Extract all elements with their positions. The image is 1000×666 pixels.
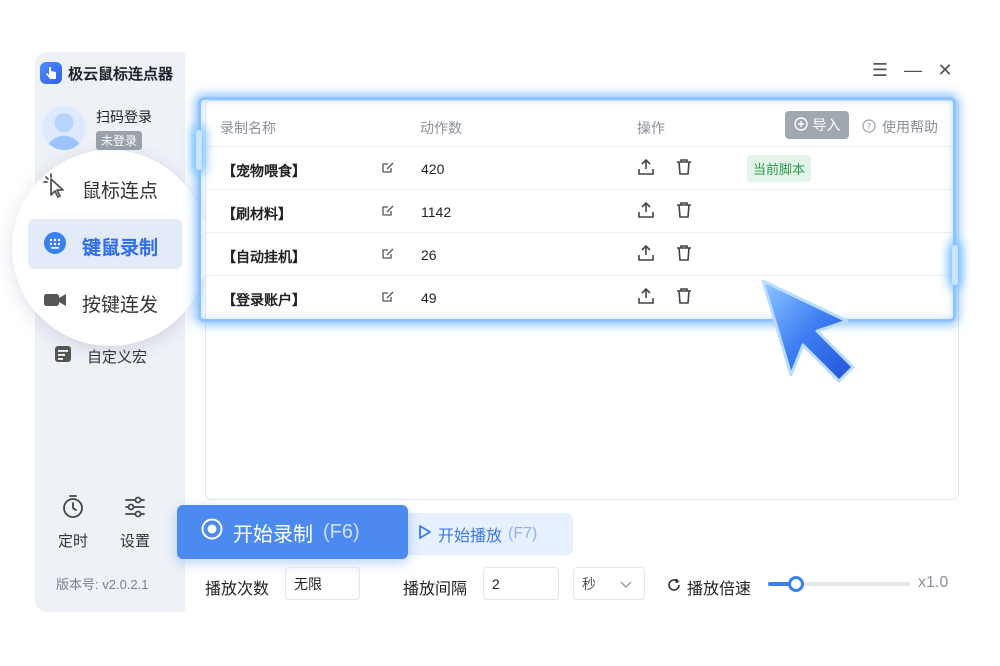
play-label: 开始播放 <box>438 528 503 545</box>
app-title: 极云鼠标连点器 <box>40 62 173 84</box>
keyboard-icon <box>42 230 68 262</box>
pointer-arrow-icon <box>755 275 870 395</box>
sidebar-settings[interactable]: 设置 <box>120 494 150 551</box>
avatar <box>42 106 86 150</box>
start-playback-button[interactable]: 开始播放 (F7) <box>408 513 573 555</box>
sidebar-item-label: 键鼠录制 <box>82 237 159 259</box>
speed-value: x1.0 <box>918 574 949 591</box>
timer-label: 定时 <box>58 533 89 550</box>
record-icon <box>201 518 223 546</box>
play-count-input[interactable]: 无限 <box>285 567 360 600</box>
sidebar-item-label: 按键连发 <box>82 294 159 316</box>
sidebar-item-label: 鼠标连点 <box>82 180 159 202</box>
sidebar-item-mouse-click[interactable]: 鼠标连点 <box>42 173 158 205</box>
app-title-text: 极云鼠标连点器 <box>68 65 174 83</box>
speed-slider-handle[interactable] <box>788 576 804 592</box>
hand-pointer-icon <box>40 62 62 84</box>
sidebar-item-custom-macro[interactable]: 自定义宏 <box>53 344 147 368</box>
settings-label: 设置 <box>120 533 151 550</box>
login-status-badge: 未登录 <box>96 130 143 150</box>
start-recording-button[interactable]: 开始录制 (F6) <box>177 505 408 559</box>
menu-icon[interactable]: ☰ <box>870 60 890 80</box>
close-icon[interactable]: ✕ <box>935 60 955 80</box>
sliders-icon <box>122 494 148 524</box>
play-hotkey: (F7) <box>508 525 538 542</box>
glow-spark <box>952 245 958 285</box>
video-camera-icon <box>42 287 68 319</box>
play-icon <box>418 524 432 545</box>
sidebar-item-key-repeat[interactable]: 按键连发 <box>42 287 158 319</box>
cursor-click-icon <box>42 173 68 205</box>
minimize-icon[interactable]: — <box>903 60 923 80</box>
sidebar-timer[interactable]: 定时 <box>58 494 88 551</box>
version-label: 版本号: v2.0.2.1 <box>56 577 149 592</box>
refresh-icon <box>667 577 681 597</box>
speed-slider[interactable] <box>768 576 910 592</box>
sidebar-item-label: 自定义宏 <box>87 348 148 366</box>
user-login[interactable]: 扫码登录 未登录 <box>42 106 152 150</box>
sidebar-item-record[interactable]: 键鼠录制 <box>42 230 158 262</box>
interval-unit-select[interactable]: 秒 <box>573 567 645 600</box>
login-label[interactable]: 扫码登录 <box>96 107 152 127</box>
speed-label: 播放倍速 <box>687 581 752 598</box>
speed-control-label: 播放倍速 <box>667 575 751 599</box>
record-label: 开始录制 <box>233 523 313 546</box>
macro-icon <box>53 344 73 368</box>
play-count-label: 播放次数 <box>205 581 270 598</box>
timer-icon <box>60 494 86 524</box>
interval-input[interactable]: 2 <box>483 567 559 600</box>
record-hotkey: (F6) <box>323 520 360 543</box>
chevron-down-icon <box>620 576 632 592</box>
interval-label: 播放间隔 <box>403 581 468 598</box>
glow-spark <box>196 130 202 170</box>
interval-unit-value: 秒 <box>582 575 596 592</box>
